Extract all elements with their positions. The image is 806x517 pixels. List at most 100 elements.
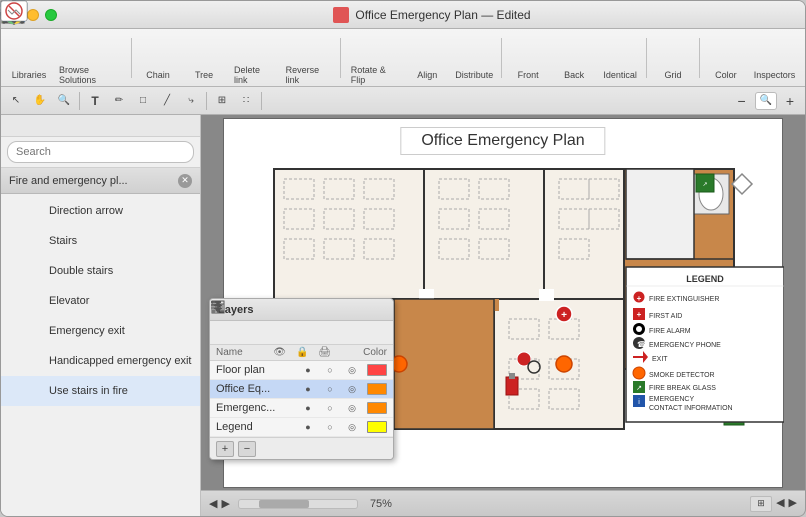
list-item[interactable]: Stairs — [1, 226, 200, 256]
print-icon: ◎ — [345, 382, 359, 396]
delete-link-button[interactable]: Delete link — [228, 29, 278, 87]
zoom-in-btn[interactable]: + — [779, 91, 801, 111]
grid-label: Grid — [664, 70, 681, 80]
align-label: Align — [417, 70, 437, 80]
list-item[interactable]: EXIT Emergency exit — [1, 316, 200, 346]
stairs-icon — [9, 229, 41, 253]
connector-tool[interactable]: ⤷ — [180, 91, 202, 111]
col-lock: 🔒 — [296, 347, 308, 358]
list-item[interactable]: Elevator — [1, 286, 200, 316]
browse-button[interactable]: Browse Solutions — [53, 29, 127, 87]
inspectors-icon: i — [758, 36, 790, 68]
horizontal-scrollbar[interactable] — [238, 499, 358, 509]
move-layer-btn[interactable] — [258, 324, 278, 342]
distribute-icon — [458, 36, 490, 68]
layers-panel: Layers Nam — [209, 298, 394, 460]
library-close-button[interactable]: ✕ — [178, 174, 192, 188]
color-label: Color — [715, 70, 737, 80]
panel-header — [1, 115, 200, 137]
libraries-button[interactable]: Libraries — [7, 32, 51, 84]
chain-icon — [142, 36, 174, 68]
scroll-left-btn[interactable]: ◀ — [209, 497, 217, 510]
next-page-btn[interactable]: ▶ — [789, 496, 797, 512]
scroll-right-btn[interactable]: ▶ — [221, 497, 229, 510]
maximize-button[interactable] — [45, 9, 57, 21]
eye-icon: ● — [301, 420, 315, 434]
elevator-icon — [9, 289, 41, 313]
libraries-label: Libraries — [12, 70, 47, 80]
draw-tool[interactable]: ✏ — [108, 91, 130, 111]
layer-color-swatch — [367, 421, 387, 433]
text-tool[interactable]: T — [84, 91, 106, 111]
layer-name: Office Eq... — [216, 383, 301, 395]
prev-page-btn[interactable]: ◀ — [776, 496, 784, 512]
sep5 — [699, 38, 700, 78]
zoom-level-display: 75% — [370, 498, 392, 510]
list-item[interactable]: Double stairs — [1, 256, 200, 286]
svg-text:+: + — [637, 310, 642, 319]
back-button[interactable]: Back — [552, 32, 596, 84]
tree-label: Tree — [195, 70, 213, 80]
fit-page-btn[interactable]: ⊞ — [750, 496, 772, 512]
list-item[interactable]: Use stairs in fire — [1, 376, 200, 406]
hand-tool[interactable]: ✋ — [29, 91, 51, 111]
zoom-out-btn[interactable]: − — [731, 91, 753, 111]
delete-link-label: Delete link — [234, 65, 272, 85]
reverse-link-button[interactable]: Reverse link — [280, 29, 336, 87]
layer-row[interactable]: Legend ● ○ ◎ — [210, 418, 393, 437]
delete-layer-btn[interactable] — [236, 324, 256, 342]
svg-text:SMOKE DETECTOR: SMOKE DETECTOR — [649, 372, 715, 379]
print-icon: ◎ — [345, 363, 359, 377]
align-button[interactable]: Align — [405, 32, 449, 84]
list-item[interactable]: Handicapped emergency exit — [1, 346, 200, 376]
zoom-tool[interactable]: 🔍 — [53, 91, 75, 111]
color-icon — [710, 36, 742, 68]
back-label: Back — [564, 70, 584, 80]
search-input[interactable] — [7, 141, 194, 163]
color-button[interactable]: Color — [704, 32, 748, 84]
library-title: Fire and emergency pl... — [9, 175, 128, 187]
zoom-level: 🔍 — [755, 92, 777, 110]
svg-text:☎: ☎ — [637, 340, 647, 349]
add-layer-footer-btn[interactable]: + — [216, 441, 234, 457]
rotate-flip-button[interactable]: Rotate & Flip — [345, 29, 404, 87]
chain-button[interactable]: Chain — [136, 32, 180, 84]
layer-icons: ● ○ ◎ — [301, 382, 387, 396]
pointer-tool[interactable]: ↖ — [5, 91, 27, 111]
tree-button[interactable]: Tree — [182, 32, 226, 84]
rotate-flip-icon — [358, 31, 390, 63]
list-item[interactable]: Direction arrow — [1, 196, 200, 226]
layer-row[interactable]: Emergenc... ● ○ ◎ — [210, 399, 393, 418]
svg-text:FIRE BREAK GLASS: FIRE BREAK GLASS — [649, 385, 716, 392]
front-button[interactable]: Front — [506, 32, 550, 84]
lock-icon: ○ — [323, 420, 337, 434]
shape-tool[interactable]: □ — [132, 91, 154, 111]
line-tool[interactable]: ╱ — [156, 91, 178, 111]
snap-options[interactable]: ∷ — [235, 91, 257, 111]
snap-btn[interactable]: ⊞ — [211, 91, 233, 111]
distribute-label: Distribute — [455, 70, 493, 80]
add-layer-btn[interactable] — [214, 324, 234, 342]
inspectors-button[interactable]: i Inspectors — [750, 32, 799, 84]
tb2-sep3 — [261, 92, 262, 110]
svg-text:FIRE EXTINGUISHER: FIRE EXTINGUISHER — [649, 296, 719, 303]
distribute-button[interactable]: Distribute — [451, 32, 497, 84]
svg-text:FIRE ALARM: FIRE ALARM — [649, 328, 691, 335]
col-eye: 👁 — [273, 347, 286, 358]
tool-options-bar: ↖ ✋ 🔍 T ✏ □ ╱ ⤷ ⊞ ∷ − 🔍 + — [1, 87, 805, 115]
canvas-scroll[interactable]: Office Emergency Plan — [201, 115, 805, 490]
layer-row[interactable]: Floor plan ● ○ ◎ — [210, 361, 393, 380]
front-label: Front — [518, 70, 539, 80]
grid-icon — [657, 36, 689, 68]
grid-button[interactable]: Grid — [651, 32, 695, 84]
remove-layer-footer-btn[interactable]: − — [238, 441, 256, 457]
layer-row[interactable]: Office Eq... ● ○ ◎ — [210, 380, 393, 399]
identical-button[interactable]: Identical — [598, 32, 642, 84]
emergency-exit-icon: EXIT — [9, 319, 41, 343]
col-color: Color — [363, 347, 387, 358]
use-stairs-icon — [9, 379, 41, 403]
layer-icons: ● ○ ◎ — [301, 420, 387, 434]
minimize-button[interactable] — [27, 9, 39, 21]
layer-icons: ● ○ ◎ — [301, 401, 387, 415]
lock-icon: ○ — [323, 382, 337, 396]
